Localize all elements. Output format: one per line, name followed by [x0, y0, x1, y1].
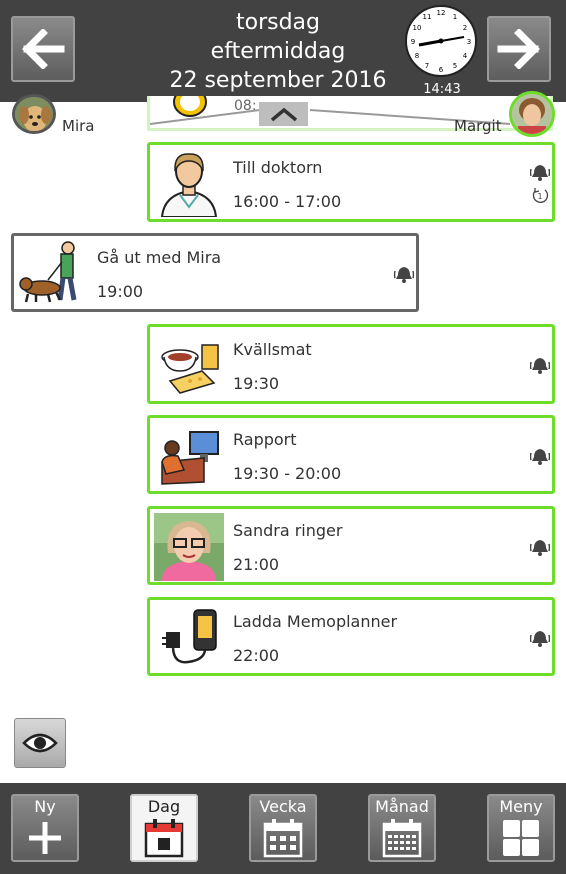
svg-text:11: 11	[423, 13, 432, 21]
alarm-bell-icon	[530, 165, 550, 181]
calendar-day-icon	[144, 819, 184, 858]
svg-text:8: 8	[415, 52, 419, 60]
right-person-name: Margit	[454, 117, 502, 135]
person-photo-icon	[154, 513, 224, 581]
svg-text:12: 12	[437, 9, 446, 17]
avatar-margit[interactable]	[509, 91, 555, 137]
svg-text:10: 10	[413, 24, 422, 32]
menu-label: Meny	[499, 797, 543, 816]
woman-face-icon	[512, 94, 552, 134]
dinner-icon	[161, 344, 219, 394]
weekday-label: torsdag	[235, 10, 320, 35]
computer-desk-icon	[161, 431, 219, 485]
chevron-up-icon	[270, 107, 297, 122]
svg-text:5: 5	[453, 62, 457, 70]
activity-title: Rapport	[233, 430, 297, 449]
svg-text:3: 3	[467, 38, 471, 46]
dog-walk-icon	[19, 241, 77, 303]
svg-text:9: 9	[411, 38, 415, 46]
week-view-tab[interactable]: Vecka	[249, 794, 317, 862]
activity-time: 21:00	[233, 555, 280, 574]
activity-title: Gå ut med Mira	[97, 248, 222, 267]
activity-card-till-doktorn[interactable]: Till doktorn 16:00 - 17:00 1	[147, 142, 555, 222]
day-view-tab[interactable]: Dag	[130, 794, 198, 862]
alarm-bell-icon	[394, 267, 414, 283]
activity-card-sandra-ringer[interactable]: Sandra ringer 21:00	[147, 506, 555, 585]
activity-card-ga-ut-med-mira[interactable]: Gå ut med Mira 19:00	[11, 233, 419, 312]
plus-icon	[29, 822, 61, 854]
doctor-icon	[160, 153, 218, 217]
eye-icon	[22, 733, 58, 753]
charger-icon	[162, 609, 217, 664]
view-options-button[interactable]	[14, 718, 66, 768]
alarm-bell-icon	[530, 358, 550, 374]
alarm-bell-icon	[530, 449, 550, 465]
week-label: Vecka	[259, 797, 307, 816]
calendar-month-icon	[382, 819, 422, 858]
clock-time-label: 14:43	[423, 82, 461, 97]
month-view-tab[interactable]: Månad	[368, 794, 436, 862]
activity-card-rapport[interactable]: Rapport 19:30 - 20:00	[147, 415, 555, 494]
activity-time: 19:00	[97, 282, 144, 301]
scroll-up-button[interactable]	[259, 102, 308, 126]
bottom-toolbar: Ny Dag Vecka Månad Meny	[0, 783, 566, 874]
activity-title: Till doktorn	[233, 158, 323, 177]
recurring-icon: 1	[532, 188, 549, 203]
left-person-name: Mira	[62, 117, 95, 135]
activity-time: 22:00	[233, 646, 280, 665]
date-heading: torsdag eftermiddag 22 september 2016	[160, 8, 396, 95]
top-bar: torsdag eftermiddag 22 september 2016 12…	[0, 0, 566, 102]
part-of-day-label: eftermiddag	[210, 39, 346, 64]
next-day-button[interactable]	[487, 16, 551, 82]
calendar-week-icon	[263, 819, 303, 858]
activity-time: 19:30	[233, 374, 280, 393]
menu-button[interactable]: Meny	[487, 794, 555, 862]
svg-text:2: 2	[463, 24, 467, 32]
svg-text:6: 6	[439, 66, 444, 74]
svg-text:1: 1	[453, 13, 457, 21]
arrow-right-icon	[497, 29, 540, 69]
dog-face-icon	[15, 97, 53, 131]
alarm-bell-icon	[530, 631, 550, 647]
svg-text:1: 1	[537, 192, 542, 201]
activity-title: Ladda Memoplanner	[233, 612, 398, 631]
activity-title: Sandra ringer	[233, 521, 343, 540]
analog-clock-icon: 12 123 4567 891011	[405, 5, 477, 77]
arrow-left-icon	[22, 29, 65, 69]
activity-card-ladda-memoplanner[interactable]: Ladda Memoplanner 22:00	[147, 597, 555, 676]
activity-time: 19:30 - 20:00	[233, 464, 342, 483]
svg-text:7: 7	[425, 62, 429, 70]
activity-card-kvallsmat[interactable]: Kvällsmat 19:30	[147, 324, 555, 404]
month-label: Månad	[375, 797, 429, 816]
activity-time: 16:00 - 17:00	[233, 192, 342, 211]
svg-text:4: 4	[463, 52, 468, 60]
day-label: Dag	[147, 797, 181, 816]
date-label: 22 september 2016	[169, 68, 387, 93]
activity-title: Kvällsmat	[233, 340, 312, 359]
previous-day-button[interactable]	[11, 16, 75, 82]
new-label: Ny	[34, 797, 56, 816]
avatar-mira[interactable]	[12, 94, 56, 134]
grid-menu-icon	[503, 820, 539, 856]
new-activity-button[interactable]: Ny	[11, 794, 79, 862]
alarm-bell-icon	[530, 540, 550, 556]
